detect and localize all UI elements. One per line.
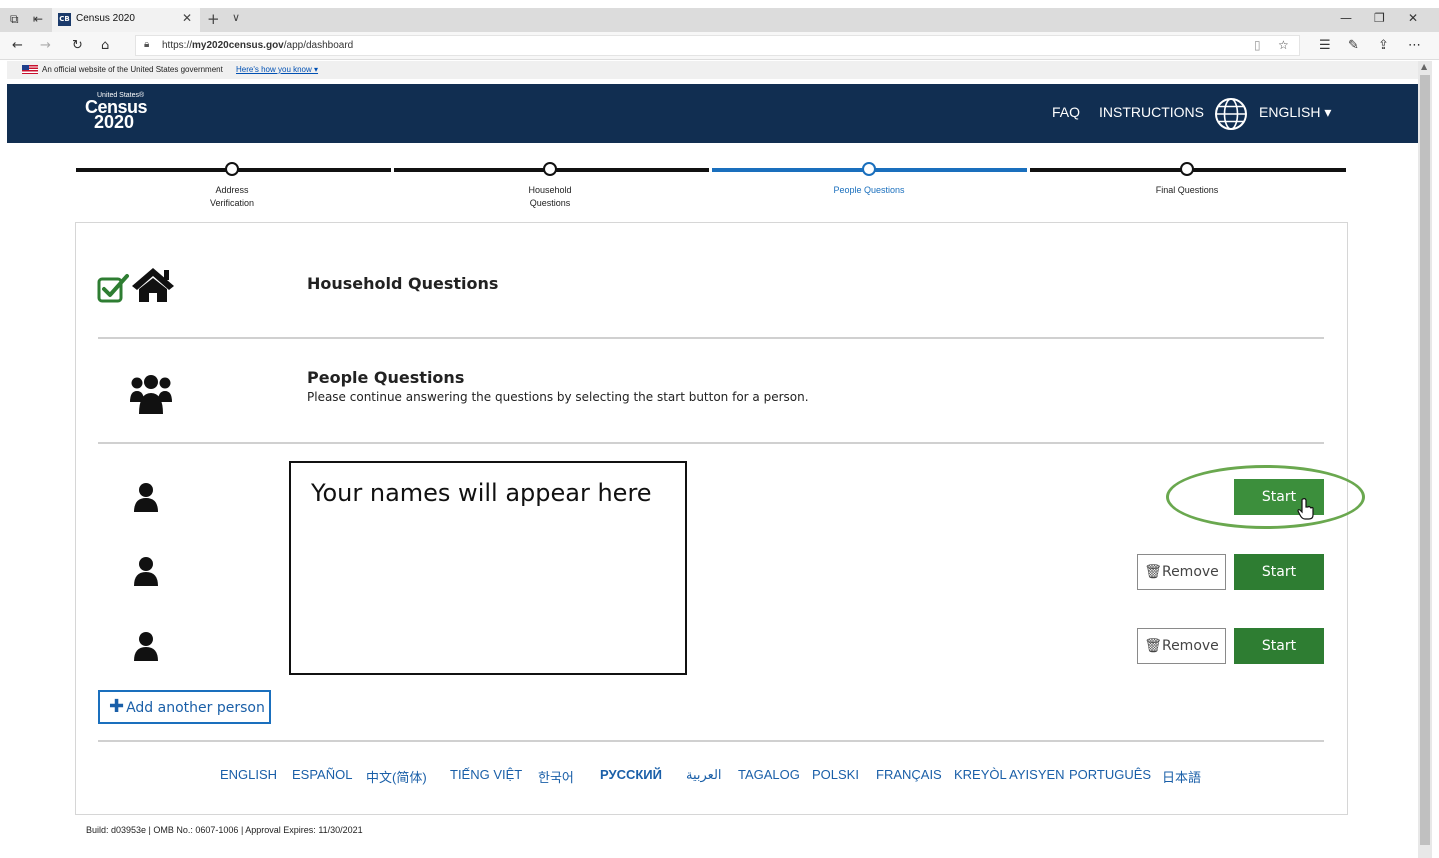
trash-icon: 🗑︎ bbox=[1144, 564, 1162, 580]
person-icon bbox=[134, 483, 158, 512]
refresh-icon[interactable]: ↻ bbox=[72, 38, 83, 53]
progress-node bbox=[1180, 162, 1194, 176]
favorite-star-icon[interactable]: ☆ bbox=[1278, 38, 1289, 52]
pen-icon[interactable]: ✎ bbox=[1348, 38, 1359, 53]
lock-icon: 🔒︎ bbox=[144, 39, 150, 50]
url-path: /app/dashboard bbox=[283, 40, 354, 51]
remove-button-person-2[interactable]: 🗑︎Remove bbox=[1137, 554, 1226, 590]
step-address-verification: Address Verification bbox=[152, 184, 312, 210]
lang-link-korean[interactable]: 한국어 bbox=[538, 767, 574, 786]
remove-button-person-3[interactable]: 🗑︎Remove bbox=[1137, 628, 1226, 664]
divider bbox=[98, 740, 1324, 742]
lang-link-polish[interactable]: POLSKI bbox=[812, 767, 859, 782]
gov-banner: An official website of the United States… bbox=[7, 61, 1418, 79]
progress-node bbox=[543, 162, 557, 176]
page-scrollbar[interactable]: ▲ bbox=[1418, 61, 1432, 858]
lang-link-haitian-creole[interactable]: KREYÒL AYISYEN bbox=[954, 767, 1065, 782]
progress-node-active bbox=[862, 162, 876, 176]
step-people-questions: People Questions bbox=[789, 184, 949, 197]
tab-actions-icon[interactable]: ⧉ bbox=[10, 12, 19, 27]
reading-view-icon[interactable]: ▯ bbox=[1254, 38, 1261, 52]
lang-link-chinese[interactable]: 中文(简体) bbox=[366, 767, 427, 786]
step-line: Verification bbox=[209, 198, 255, 208]
step-line: Address bbox=[215, 185, 249, 195]
address-bar-row: ← → ↻ ⌂ 🔒︎ https://my2020census.gov/app/… bbox=[0, 32, 1439, 60]
tab-title: Census 2020 bbox=[76, 13, 135, 24]
back-icon[interactable]: ← bbox=[12, 38, 23, 53]
gov-banner-link[interactable]: Here's how you know ▾ bbox=[236, 65, 318, 74]
start-button-person-3[interactable]: Start bbox=[1234, 628, 1324, 664]
plus-icon: ✚ bbox=[109, 696, 125, 717]
home-icon[interactable]: ⌂ bbox=[101, 38, 109, 53]
lang-link-tagalog[interactable]: TAGALOG bbox=[738, 767, 800, 782]
people-questions-title: People Questions bbox=[307, 368, 465, 387]
add-person-label: Add another person bbox=[126, 700, 265, 716]
lang-link-vietnamese[interactable]: TIẾNG VIỆT bbox=[450, 767, 522, 782]
lang-link-french[interactable]: FRANÇAIS bbox=[876, 767, 942, 782]
url-host: my2020census.gov bbox=[192, 40, 284, 51]
nav-faq[interactable]: FAQ bbox=[1052, 104, 1080, 120]
lang-link-japanese[interactable]: 日本語 bbox=[1162, 767, 1201, 786]
us-flag-icon bbox=[22, 65, 38, 74]
language-dropdown[interactable]: ENGLISH ▾ bbox=[1259, 104, 1331, 121]
nav-instructions[interactable]: INSTRUCTIONS bbox=[1099, 104, 1204, 120]
window-close-icon[interactable]: ✕ bbox=[1408, 11, 1418, 25]
minimize-icon[interactable]: — bbox=[1340, 11, 1352, 25]
url-scheme: https:// bbox=[162, 40, 193, 51]
more-icon[interactable]: ⋯ bbox=[1408, 38, 1421, 53]
person-icon bbox=[134, 557, 158, 586]
tab-aside-icon[interactable]: ⇤ bbox=[33, 12, 43, 26]
checkbox-checked-icon bbox=[97, 274, 129, 303]
lang-link-russian[interactable]: РУССКИЙ bbox=[600, 767, 662, 782]
divider bbox=[98, 337, 1324, 339]
people-questions-description: Please continue answering the questions … bbox=[307, 390, 809, 404]
step-line: Questions bbox=[529, 198, 571, 208]
forward-icon[interactable]: → bbox=[40, 38, 51, 53]
house-icon bbox=[132, 268, 174, 302]
step-final-questions: Final Questions bbox=[1107, 184, 1267, 197]
url-field[interactable]: 🔒︎ https://my2020census.gov/app/dashboar… bbox=[135, 35, 1300, 56]
new-tab-icon[interactable]: + bbox=[207, 10, 220, 28]
divider bbox=[98, 442, 1324, 444]
person-icon bbox=[134, 632, 158, 661]
tab-list-chevron-icon[interactable]: ∨ bbox=[232, 11, 240, 24]
scroll-up-icon[interactable]: ▲ bbox=[1421, 62, 1427, 71]
remove-label: Remove bbox=[1161, 564, 1219, 580]
names-placeholder-text: Your names will appear here bbox=[311, 479, 652, 507]
start-button-person-2[interactable]: Start bbox=[1234, 554, 1324, 590]
household-questions-title: Household Questions bbox=[307, 274, 499, 293]
browser-tab[interactable]: CB Census 2020 ✕ bbox=[52, 8, 200, 32]
favorites-list-icon[interactable]: ☰ bbox=[1319, 38, 1331, 53]
dashboard-card bbox=[75, 222, 1348, 815]
site-header: United States® Census 2020 FAQ INSTRUCTI… bbox=[7, 84, 1418, 143]
build-info: Build: d03953e | OMB No.: 0607-1006 | Ap… bbox=[86, 825, 363, 835]
hand-cursor-icon bbox=[1297, 498, 1314, 520]
globe-icon[interactable] bbox=[1214, 97, 1248, 131]
lang-link-portuguese[interactable]: PORTUGUÊS bbox=[1069, 767, 1151, 782]
share-icon[interactable]: ⇪ bbox=[1378, 38, 1389, 53]
scrollbar-thumb[interactable] bbox=[1420, 75, 1430, 845]
browser-tab-bar: ⧉ ⇤ CB Census 2020 ✕ + ∨ — ❐ ✕ bbox=[0, 8, 1439, 32]
step-line: People Questions bbox=[833, 185, 905, 195]
tab-close-icon[interactable]: ✕ bbox=[182, 11, 192, 25]
progress-node bbox=[225, 162, 239, 176]
add-another-person-button[interactable]: ✚ Add another person bbox=[98, 690, 271, 724]
lang-link-spanish[interactable]: ESPAÑOL bbox=[292, 767, 352, 782]
census-favicon-icon: CB bbox=[58, 13, 71, 26]
restore-icon[interactable]: ❐ bbox=[1374, 11, 1385, 25]
step-line: Final Questions bbox=[1155, 185, 1219, 195]
step-line: Household bbox=[528, 185, 572, 195]
gov-banner-text: An official website of the United States… bbox=[42, 65, 223, 74]
step-household-questions: Household Questions bbox=[470, 184, 630, 210]
people-group-icon bbox=[130, 375, 172, 414]
names-placeholder-box: Your names will appear here bbox=[289, 461, 687, 675]
lang-link-arabic[interactable]: العربية bbox=[686, 767, 722, 783]
trash-icon: 🗑︎ bbox=[1144, 638, 1162, 654]
census-logo[interactable]: United States® Census 2020 bbox=[85, 92, 148, 131]
lang-link-english[interactable]: ENGLISH bbox=[220, 767, 277, 782]
remove-label: Remove bbox=[1161, 638, 1219, 654]
